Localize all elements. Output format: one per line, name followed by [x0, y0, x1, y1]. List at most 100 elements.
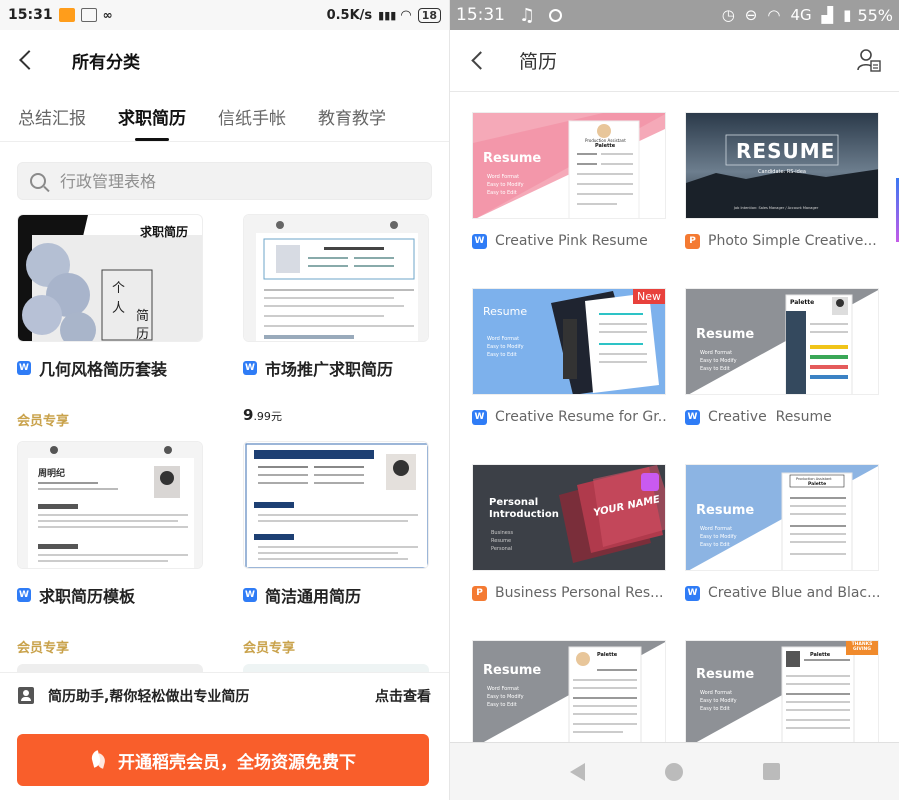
blue-black-resume-art [686, 465, 878, 570]
resume-assistant-banner[interactable]: 简历助手,帮你轻松做出专业简历 点击查看 [0, 672, 449, 718]
resume-name-text: Creative Pink Resume [495, 233, 648, 249]
template-name-text: 简洁通用简历 [265, 587, 362, 606]
template-thumbnail[interactable]: 求职简历 个 人 简 历 [17, 214, 203, 342]
template-card[interactable]: W 简洁通用简历 会员专享 [243, 441, 429, 656]
thumb-bullet: Easy to Edit [700, 542, 730, 548]
word-doc-icon: W [472, 233, 487, 249]
music-note-icon: ♫ [519, 4, 536, 26]
pink-resume-art [473, 113, 665, 218]
thumb-candidate: Candidate: RS-idea [758, 169, 806, 175]
thanksgiving-badge: THANKS GIVING [851, 642, 873, 652]
resume-thumbnail[interactable]: Resume Word Format Easy to Modify Easy t… [685, 640, 879, 747]
thumb-resume-word: Resume [696, 327, 755, 342]
thumb-resume-word: Resume [483, 151, 542, 166]
resume-thumbnail[interactable]: RESUME Candidate: RS-idea Job Intention:… [685, 112, 879, 219]
template-name: W 简洁通用简历 [243, 583, 429, 607]
resume-name: P Business Personal Res... [472, 585, 666, 601]
status-time: 15:31 [456, 5, 505, 25]
thumb-bullet: Word Format [700, 526, 733, 532]
tab-resume[interactable]: 求职简历 [118, 104, 186, 141]
resume-card[interactable]: RESUME Candidate: RS-idea Job Intention:… [685, 112, 879, 249]
template-name-text: 市场推广求职简历 [265, 360, 394, 379]
app-header: 简历 [450, 30, 899, 92]
thumb-bullet: Easy to Edit [700, 706, 730, 712]
thumb-resume-word: Resume [483, 663, 542, 678]
thumb-bullet: Easy to Modify [700, 698, 737, 704]
resume-thumbnail[interactable]: Resume Word Format Easy to Modify Easy t… [685, 288, 879, 395]
thumb-bullet: Resume [491, 538, 512, 544]
job-resume-thumbnail-art [18, 442, 202, 568]
resume-thumbnail[interactable]: Resume Word Format Easy to Modify Easy t… [472, 288, 666, 395]
resume-name-text: Business Personal Res... [495, 585, 664, 601]
thumb-bullets: Word Format Easy to Modify Easy to Edit [487, 173, 524, 197]
word-doc-icon: W [472, 409, 487, 425]
thumb-paper-name: Palette [597, 652, 618, 658]
resume-name: P Photo Simple Creative... [685, 233, 879, 249]
back-icon[interactable] [19, 50, 39, 70]
assistant-text: 简历助手,帮你轻松做出专业简历 [48, 688, 250, 705]
nav-recent-apps-icon[interactable] [763, 763, 780, 780]
status-bar: 15:31 ♫ ◷ ⊖ ◠ 4G ▟ ▮ 55% [450, 0, 899, 30]
search-bar[interactable] [17, 162, 432, 200]
resume-card[interactable]: Resume Word Format Easy to Modify Easy t… [685, 640, 879, 747]
template-thumbnail[interactable] [243, 441, 429, 569]
member-badge: 会员专享 [17, 641, 70, 656]
thumb-resume-word: RESUME [736, 139, 836, 163]
thumb-resume-word: Personal Introduction [489, 497, 559, 520]
premium-gem-icon [641, 473, 659, 491]
thumb-bullet: Word Format [700, 350, 733, 356]
status-time: 15:31 [8, 7, 53, 23]
price-unit: 元 [270, 410, 282, 423]
resume-thumbnail[interactable]: Resume Word Format Easy to Modify Easy t… [472, 640, 666, 747]
do-not-disturb-icon: ⊖ [744, 6, 758, 24]
thumb-bullet: Word Format [487, 686, 520, 692]
membership-button-label: 开通稻壳会员，全场资源免费下 [118, 752, 356, 773]
battery-percent: 55% [857, 5, 893, 25]
template-card[interactable]: W 市场推广求职简历 9.99元 [243, 214, 429, 424]
resume-card[interactable]: Resume Word Format Easy to Modify Easy t… [685, 464, 879, 601]
user-profile-icon[interactable] [857, 48, 881, 72]
word-doc-icon: W [685, 585, 700, 601]
thumb-bullets: Word Format Easy to Modify Easy to Edit [700, 349, 737, 373]
system-nav-bar [450, 742, 899, 800]
resume-card[interactable]: Resume Word Format Easy to Modify Easy t… [472, 288, 666, 425]
template-card-partial [243, 664, 429, 672]
tab-education[interactable]: 教育教学 [318, 104, 386, 141]
thumb-vertical-4: 历 [136, 327, 150, 342]
nav-home-icon[interactable] [665, 762, 683, 781]
alarm-icon: ◷ [721, 6, 735, 24]
resume-card[interactable]: Resume Word Format Easy to Modify Easy t… [472, 112, 666, 249]
thumb-bullets: Word Format Easy to Modify Easy to Edit [487, 335, 524, 359]
simple-resume-thumbnail-art [244, 442, 428, 568]
tab-summary[interactable]: 总结汇报 [18, 104, 86, 141]
thumb-bullet: Word Format [487, 336, 520, 342]
signal-icon: ▮▮▮ [378, 8, 397, 22]
word-doc-icon: W [17, 361, 31, 375]
resume-thumbnail[interactable]: Resume Word Format Easy to Modify Easy t… [472, 112, 666, 219]
thumb-bullet: Easy to Modify [487, 694, 524, 700]
thumb-paper-title: Production Assistant [796, 477, 832, 481]
template-price: 9.99元 [243, 406, 429, 424]
resume-card[interactable]: Resume Word Format Easy to Modify Easy t… [472, 640, 666, 747]
resume-card[interactable]: Personal Introduction Business Resume Pe… [472, 464, 666, 601]
template-card[interactable]: 求职简历 个 人 简 历 W 几何风格简历套装 会员专享 [17, 214, 203, 429]
market-resume-thumbnail-art [244, 215, 428, 341]
template-thumbnail[interactable] [243, 214, 429, 342]
word-doc-icon: W [685, 409, 700, 425]
template-card[interactable]: 周明纪 W 求职简历模板 会员专享 [17, 441, 203, 656]
page-title: 简历 [519, 51, 558, 73]
template-thumbnail[interactable]: 周明纪 [17, 441, 203, 569]
view-link[interactable]: 点击查看 [375, 686, 431, 706]
search-input[interactable] [60, 171, 360, 191]
resume-thumbnail[interactable]: Resume Word Format Easy to Modify Easy t… [685, 464, 879, 571]
network-speed: 0.5K/s [326, 7, 373, 23]
resume-card[interactable]: Resume Word Format Easy to Modify Easy t… [685, 288, 879, 425]
nav-back-icon[interactable] [570, 762, 585, 781]
thumb-bullet: Easy to Edit [487, 190, 517, 196]
resume-thumbnail[interactable]: Personal Introduction Business Resume Pe… [472, 464, 666, 571]
tab-stationery[interactable]: 信纸手帐 [218, 104, 286, 141]
membership-button[interactable]: 开通稻壳会员，全场资源免费下 [17, 734, 429, 786]
back-icon[interactable] [471, 51, 490, 70]
thumb-intention: Job Intention: Sales Manager / Account M… [734, 206, 819, 210]
template-name: W 市场推广求职简历 [243, 356, 429, 380]
